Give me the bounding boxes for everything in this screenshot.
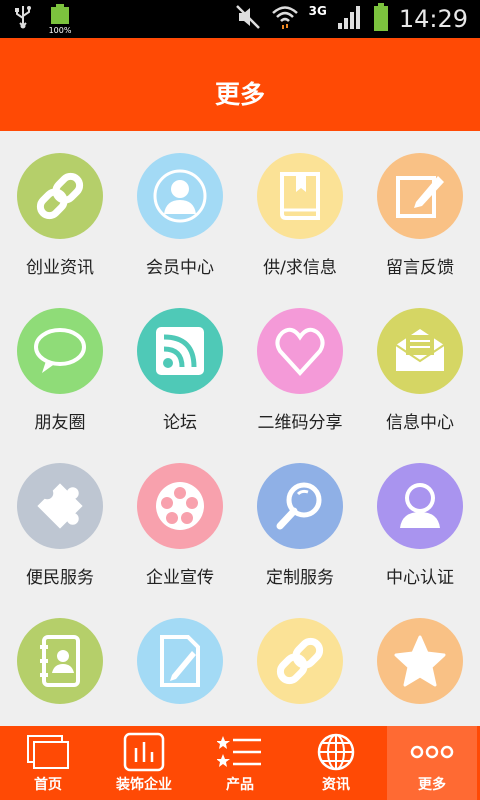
- tab-label: 更多: [418, 777, 446, 793]
- contacts-book-icon: [17, 618, 103, 704]
- link-icon: [17, 153, 103, 239]
- grid-item-label: 留言反馈: [386, 258, 454, 278]
- tab-label: 首页: [34, 777, 62, 793]
- wifi-icon: [271, 4, 299, 34]
- grid-item-member-center[interactable]: 会员中心: [120, 131, 240, 286]
- tab-label: 资讯: [322, 777, 350, 793]
- signal-icon: [337, 5, 363, 33]
- grid-item-custom-service[interactable]: 定制服务: [240, 441, 360, 596]
- battery-percent: 100%: [48, 26, 72, 35]
- book-icon: [257, 153, 343, 239]
- grid-item-company-promo[interactable]: 企业宣传: [120, 441, 240, 596]
- menu-grid: 创业资讯 会员中心 供/求信息 留言反馈 朋友圈 论坛 二维码分享 信息中心 便…: [0, 131, 480, 726]
- chat-bubble-icon: [17, 308, 103, 394]
- magnifier-icon: [257, 463, 343, 549]
- grid-item-moments[interactable]: 朋友圈: [0, 286, 120, 441]
- clock: 14:29: [398, 5, 468, 33]
- rss-icon: [137, 308, 223, 394]
- grid-item-label: 企业宣传: [146, 568, 214, 588]
- puzzle-icon: [17, 463, 103, 549]
- home-window-icon: [25, 731, 71, 773]
- grid-item-label: 朋友圈: [34, 413, 86, 433]
- grid-item-convenience-service[interactable]: 便民服务: [0, 441, 120, 596]
- usb-icon: [12, 4, 34, 34]
- grid-item-favorites[interactable]: [360, 596, 480, 726]
- star-list-icon: [217, 731, 263, 773]
- tab-products[interactable]: 产品: [195, 726, 285, 800]
- grid-item-links[interactable]: [240, 596, 360, 726]
- tab-label: 产品: [226, 777, 254, 793]
- bar-chart-icon: [121, 731, 167, 773]
- tab-home[interactable]: 首页: [3, 726, 93, 800]
- grid-item-contacts[interactable]: [0, 596, 120, 726]
- star-icon: [377, 618, 463, 704]
- document-edit-icon: [137, 618, 223, 704]
- grid-item-document[interactable]: [120, 596, 240, 726]
- film-reel-icon: [137, 463, 223, 549]
- battery-icon: [373, 3, 389, 35]
- user-badge-icon: [377, 463, 463, 549]
- grid-item-certification-center[interactable]: 中心认证: [360, 441, 480, 596]
- grid-item-label: 定制服务: [266, 568, 334, 588]
- grid-item-label: 论坛: [163, 413, 197, 433]
- network-type: 3G: [308, 4, 327, 18]
- app-header: 更多: [0, 38, 480, 131]
- grid-item-label: 中心认证: [386, 568, 454, 588]
- grid-item-qr-share[interactable]: 二维码分享: [240, 286, 360, 441]
- status-bar-right: 3G 14:29: [235, 2, 468, 36]
- status-bar-left: 100%: [12, 4, 72, 35]
- mute-icon: [235, 4, 261, 34]
- grid-item-label: 便民服务: [26, 568, 94, 588]
- grid-item-startup-news[interactable]: 创业资讯: [0, 131, 120, 286]
- page-title: 更多: [214, 80, 265, 109]
- status-bar: 100% 3G 14:29: [0, 0, 480, 38]
- edit-icon: [377, 153, 463, 239]
- tab-news[interactable]: 资讯: [291, 726, 381, 800]
- tab-label: 装饰企业: [116, 777, 172, 793]
- envelope-icon: [377, 308, 463, 394]
- grid-item-feedback[interactable]: 留言反馈: [360, 131, 480, 286]
- link-icon: [257, 618, 343, 704]
- user-icon: [137, 153, 223, 239]
- bottom-tab-bar: 首页 装饰企业 产品 资讯 更多: [0, 726, 480, 800]
- grid-item-forum[interactable]: 论坛: [120, 286, 240, 441]
- grid-item-label: 会员中心: [146, 258, 214, 278]
- grid-item-label: 信息中心: [386, 413, 454, 433]
- battery-notification-icon: 100%: [48, 4, 72, 35]
- grid-item-message-center[interactable]: 信息中心: [360, 286, 480, 441]
- heart-icon: [257, 308, 343, 394]
- more-dots-icon: [409, 731, 455, 773]
- tab-decoration-companies[interactable]: 装饰企业: [99, 726, 189, 800]
- grid-item-label: 供/求信息: [263, 258, 337, 278]
- tab-more[interactable]: 更多: [387, 726, 477, 800]
- grid-item-supply-demand[interactable]: 供/求信息: [240, 131, 360, 286]
- grid-item-label: 创业资讯: [26, 258, 94, 278]
- globe-icon: [313, 731, 359, 773]
- grid-item-label: 二维码分享: [257, 413, 343, 433]
